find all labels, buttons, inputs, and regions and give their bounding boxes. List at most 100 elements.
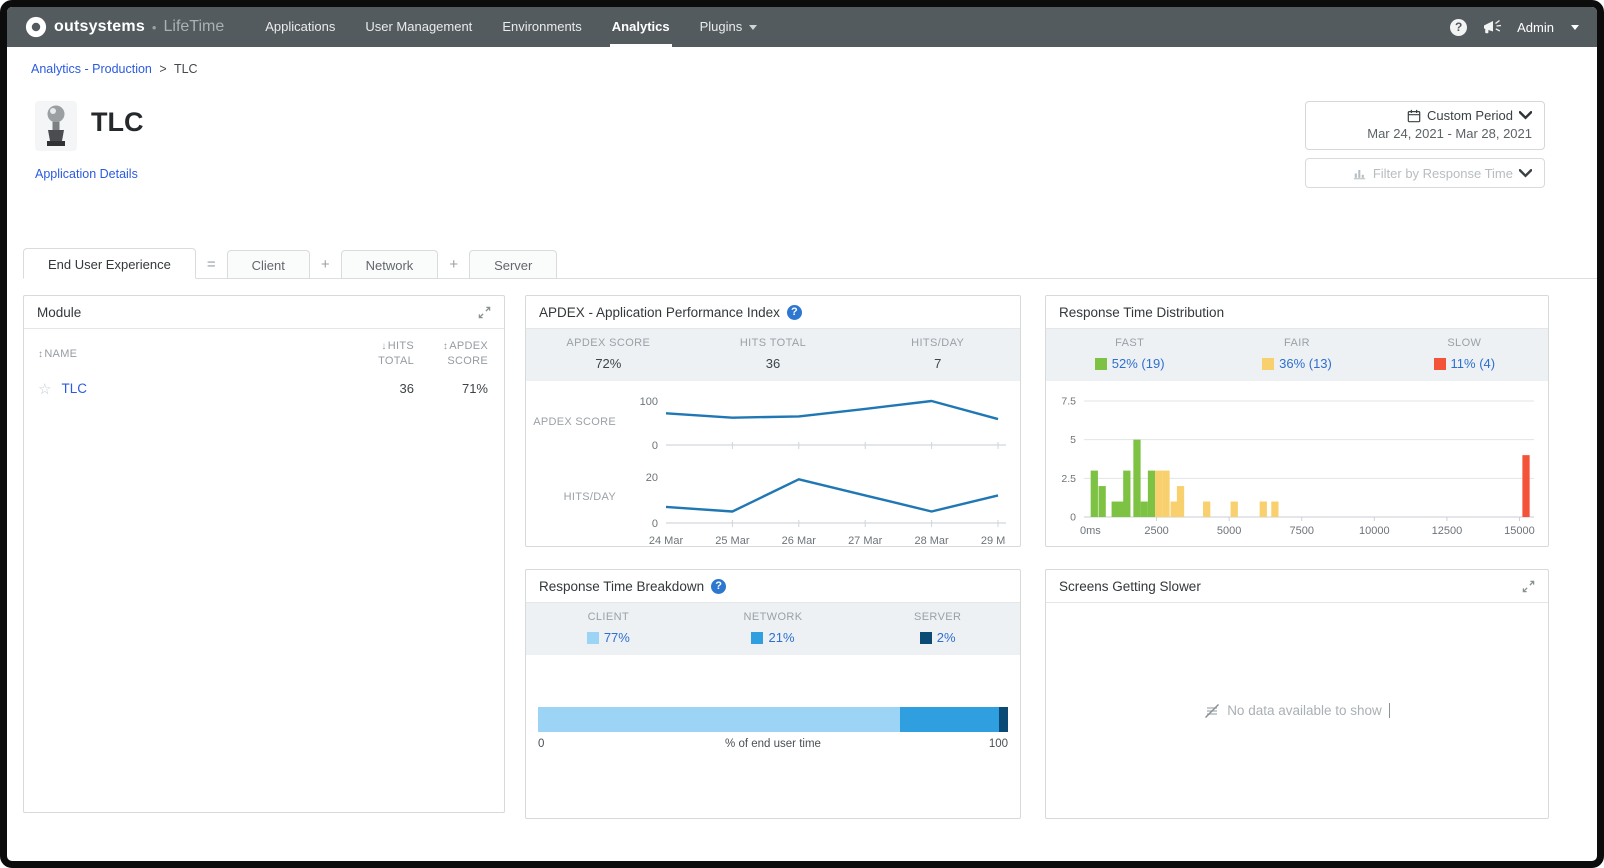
expand-icon[interactable]: [1522, 580, 1535, 593]
response-time-histogram: 0 2.5 5 7.5 0ms 2500 5000 7500 10000 12500 15000: [1061, 396, 1535, 538]
bar-chart-icon: [1353, 169, 1366, 179]
apdex-stats: APDEX SCORE 72% HITS TOTAL 36 HITS/DAY 7: [526, 329, 1020, 381]
module-panel-title: Module: [37, 304, 82, 320]
table-row: ☆ TLC 36 71%: [38, 380, 488, 398]
svg-text:0: 0: [652, 518, 658, 530]
stat-value-fast[interactable]: 52% (19): [1046, 356, 1213, 371]
nav-menu: Applications User Management Environment…: [250, 7, 772, 47]
stat-value-slow[interactable]: 11% (4): [1381, 356, 1548, 371]
expand-icon[interactable]: [478, 306, 491, 319]
svg-text:29 Mar: 29 Mar: [981, 535, 1006, 547]
svg-text:15000: 15000: [1504, 525, 1535, 537]
stat-value-client[interactable]: 77%: [526, 630, 691, 645]
tab-separator-plus: +: [320, 256, 330, 273]
no-data-icon: [1205, 703, 1220, 718]
sort-desc-icon: ↓: [381, 341, 387, 352]
svg-text:26 Mar: 26 Mar: [782, 535, 817, 547]
stat-label: HITS/DAY: [911, 337, 965, 349]
chevron-down-icon: [1519, 168, 1532, 178]
custom-period-selector[interactable]: Custom Period Mar 24, 2021 - Mar 28, 202…: [1305, 101, 1545, 150]
svg-text:24 Mar: 24 Mar: [649, 535, 684, 547]
svg-text:2500: 2500: [1144, 525, 1168, 537]
tab-separator-plus: +: [449, 256, 459, 273]
empty-state-message: No data available to show: [1227, 703, 1382, 718]
page-title: TLC: [91, 107, 144, 137]
announcements-icon[interactable]: [1482, 19, 1502, 35]
cell-hits-total: 36: [399, 381, 414, 397]
svg-text:27 Mar: 27 Mar: [848, 535, 883, 547]
tab-server[interactable]: Server: [469, 250, 558, 279]
star-icon[interactable]: ☆: [38, 380, 51, 398]
column-header-apdex-score[interactable]: ↕APDEX SCORE: [436, 339, 488, 370]
brand-separator: •: [151, 19, 157, 35]
fast-swatch-icon: [1094, 358, 1107, 370]
svg-text:0: 0: [652, 440, 658, 452]
text-cursor: [1388, 703, 1390, 718]
stacked-bar-axis: 0 % of end user time 100: [538, 738, 1008, 750]
brand[interactable]: outsystems • LifeTime: [25, 16, 224, 38]
nav-item-user-management[interactable]: User Management: [350, 7, 487, 47]
svg-text:0ms: 0ms: [1080, 525, 1101, 537]
tab-strip: End User Experience = Client + Network +…: [23, 247, 1597, 279]
svg-text:2.5: 2.5: [1061, 473, 1076, 485]
svg-text:100: 100: [640, 396, 658, 408]
hits-day-line-chart: 0 20 24 Mar 25 Mar 26 Mar 27 Mar 28 Mar 29 Mar: [646, 472, 1006, 547]
tab-client[interactable]: Client: [226, 250, 310, 279]
column-header-name[interactable]: ↕NAME: [38, 339, 366, 370]
module-table: ↕NAME ↓HITS TOTAL ↕APDEX SCORE ☆ TLC 36 …: [24, 329, 504, 398]
chevron-down-icon[interactable]: [1571, 24, 1579, 30]
filter-by-response-time[interactable]: Filter by Response Time: [1305, 158, 1545, 188]
stat-value-hits-total: 36: [765, 356, 781, 371]
help-icon[interactable]: ?: [1450, 18, 1468, 36]
nav-item-analytics[interactable]: Analytics: [597, 7, 685, 47]
chevron-down-icon: [749, 24, 758, 30]
stat-label: FAIR: [1283, 337, 1311, 349]
sort-icon: ↕: [442, 341, 449, 352]
apdex-score-line-chart: 0 100: [640, 396, 1006, 452]
outsystems-logo-icon: [25, 16, 47, 38]
svg-text:12500: 12500: [1432, 525, 1463, 537]
tab-network[interactable]: Network: [340, 250, 439, 279]
stat-value-server[interactable]: 2%: [855, 630, 1020, 645]
apdex-charts: APDEX SCORE 0 100 HITS/DAY 0 20 24 Mar 25 Ma…: [526, 381, 1020, 547]
empty-state: No data available to show: [1046, 603, 1548, 818]
stat-label: NETWORK: [743, 611, 803, 623]
distribution-panel-title: Response Time Distribution: [1059, 304, 1225, 320]
stat-value-fair[interactable]: 36% (13): [1213, 356, 1380, 371]
svg-text:7.5: 7.5: [1061, 396, 1076, 408]
svg-text:0: 0: [1070, 512, 1076, 524]
calendar-icon: [1407, 109, 1421, 122]
chart-row-label: APDEX SCORE: [533, 416, 616, 428]
client-swatch-icon: [586, 632, 599, 644]
svg-text:28 Mar: 28 Mar: [914, 535, 949, 547]
stat-label: FAST: [1115, 337, 1145, 349]
segment-client: [538, 707, 900, 732]
breadcrumb-link[interactable]: Analytics - Production: [31, 62, 152, 76]
module-link-tlc[interactable]: TLC: [61, 381, 87, 396]
segment-server: [998, 707, 1008, 732]
nav-right: ? Admin: [1450, 18, 1579, 36]
application-icon: [35, 101, 77, 151]
stat-value-network[interactable]: 21%: [691, 630, 856, 645]
stat-label: SLOW: [1447, 337, 1482, 349]
distribution-stats: FAST 52% (19) FAIR 36% (13) SLOW 11% (4): [1046, 329, 1548, 381]
tab-end-user-experience[interactable]: End User Experience: [23, 248, 196, 279]
top-nav: outsystems • LifeTime Applications User …: [7, 7, 1597, 47]
brand-product: LifeTime: [163, 18, 225, 35]
stat-label: APDEX SCORE: [566, 337, 651, 349]
response-time-breakdown-panel: Response Time Breakdown ? CLIENT 77% NET…: [525, 569, 1021, 819]
server-swatch-icon: [919, 632, 932, 644]
nav-item-plugins[interactable]: Plugins: [685, 7, 773, 47]
column-header-hits-total[interactable]: ↓HITS TOTAL: [366, 339, 414, 370]
apdex-panel-title: APDEX - Application Performance Index: [539, 304, 780, 320]
user-menu-label[interactable]: Admin: [1517, 20, 1554, 35]
nav-item-applications[interactable]: Applications: [250, 7, 350, 47]
nav-item-environments[interactable]: Environments: [487, 7, 596, 47]
help-icon[interactable]: ?: [786, 304, 802, 320]
cell-apdex-score: 71%: [461, 381, 488, 397]
help-icon[interactable]: ?: [711, 578, 727, 594]
sort-icon: ↕: [38, 348, 44, 360]
svg-text:10000: 10000: [1359, 525, 1390, 537]
application-details-link[interactable]: Application Details: [35, 167, 138, 181]
chart-row-label: HITS/DAY: [563, 491, 616, 503]
